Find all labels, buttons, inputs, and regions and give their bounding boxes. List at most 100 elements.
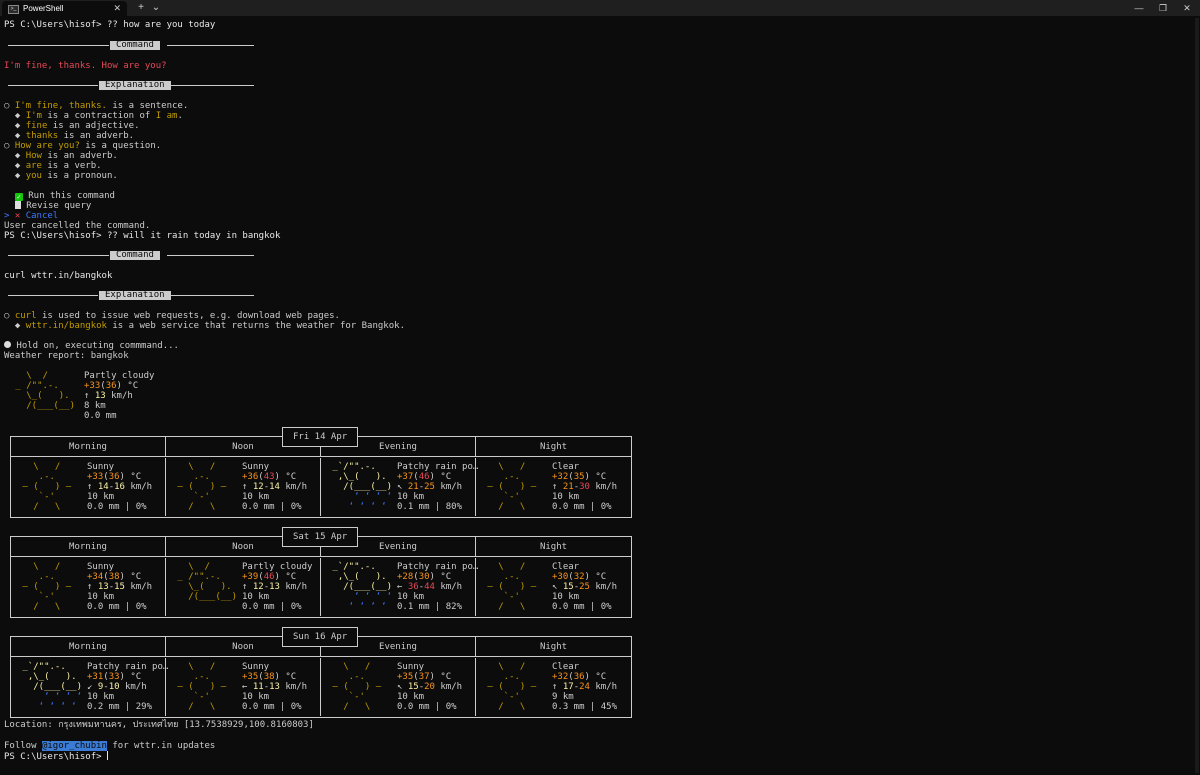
spinner-icon [4,341,11,348]
suggested-command: I'm fine, thanks. How are you? [4,61,167,71]
forecast-cell: _`/"".-. ,\_( ). /(___(__) ‘ ‘ ‘ ‘ ‘ ‘ ‘… [321,558,479,616]
divider [167,85,254,86]
forecast-info: Sunny +34(38) °C ↑ 13-15 km/h 10 km 0.0 … [87,562,153,612]
divider [8,255,109,256]
follow-line: Follow @igor_chubin for wttr.in updates [4,741,216,751]
prompt-line: PS C:\Users\hisof> ?? will it rain today… [4,231,280,241]
forecast-info: Sunny +36(43) °C ↑ 12-14 km/h 10 km 0.0 … [242,462,308,512]
forecast-cell: \ / .-. ― ( ) ― `-' / \ Sunny +35(37) °C… [321,658,476,716]
current-precip: 0.0 mm [84,411,117,421]
scrollbar[interactable] [1195,18,1199,773]
forecast-cell: \ / .-. ― ( ) ― `-' / \ Clear +30(32) °C… [476,558,631,616]
check-icon: ✓ [14,193,23,201]
prompt: PS C:\Users\hisof> [4,20,102,30]
weather-rain-icon: _`/"".-. ,\_( ). /(___(__) ‘ ‘ ‘ ‘ ‘ ‘ ‘… [17,662,83,712]
divider [8,45,109,46]
status-line: User cancelled the command. [4,221,151,231]
forecast-cell: \ / .-. ― ( ) ― `-' / \ Sunny +34(38) °C… [11,558,166,616]
current-temp: +33(36) °C [84,381,139,391]
command-header: Command [110,41,160,50]
forecast-cell: \ / _ /"".-. \_( ). /(___(__) Partly clo… [166,558,321,616]
menu-item-run[interactable]: ✓ Run this command [4,191,115,201]
command-input: ?? how are you today [101,20,216,30]
forecast-info: Patchy rain po… +28(30) °C ← 36-44 km/h … [397,562,479,612]
text-cursor [106,751,108,760]
explanation-item: ◆ wttr.in/bangkok is a web service that … [4,321,405,331]
explanation-item: ◆ fine is an adjective. [4,121,140,131]
forecast-table: Morning \ / .-. ― ( ) ― `-' / \ Sunny +3… [10,536,632,618]
forecast-day-label: Fri 14 Apr [282,427,359,447]
weather-sunny-icon: \ / .-. ― ( ) ― `-' / \ [172,662,238,712]
weather-sunny-icon: \ / .-. ― ( ) ― `-' / \ [17,462,83,512]
forecast-column-header: Night [476,437,631,457]
forecast-table: Morning _`/"".-. ,\_( ). /(___(__) ‘ ‘ ‘… [10,636,632,718]
weather-sunny-icon: \ / .-. ― ( ) ― `-' / \ [327,662,393,712]
executing-line: Hold on, executing commmand... [4,341,179,351]
weather-rain-icon: _`/"".-. ,\_( ). /(___(__) ‘ ‘ ‘ ‘ ‘ ‘ ‘… [327,562,393,612]
minimize-button[interactable]: — [1128,0,1150,16]
title-bar: >_ PowerShell ✕ + ⌄ — ❐ ✕ [0,0,1200,16]
tab-powershell[interactable]: >_ PowerShell ✕ [2,1,127,16]
tab-title: PowerShell [23,4,64,13]
explanation-item: ◆ I'm is a contraction of I am. [4,111,183,121]
explanation-header: Explanation [99,81,171,90]
powershell-icon: >_ [8,5,19,14]
forecast-cell: _`/"".-. ,\_( ). /(___(__) ‘ ‘ ‘ ‘ ‘ ‘ ‘… [321,458,479,516]
divider [8,295,98,296]
forecast-table: Morning \ / .-. ― ( ) ― `-' / \ Sunny +3… [10,436,632,518]
forecast-info: Sunny +35(37) °C ↖ 15-20 km/h 10 km 0.0 … [397,662,463,712]
menu-item-cancel[interactable]: > ✕ Cancel [4,211,58,221]
current-weather-art: \ / _ /"".-. \_( ). /(___(__) [15,371,76,411]
forecast-info: Patchy rain po… +37(46) °C ↖ 21-25 km/h … [397,462,479,512]
divider [167,45,254,46]
current-wind: ↑ 13 km/h [84,391,133,401]
restore-button[interactable]: ❐ [1152,0,1174,16]
forecast-info: Patchy rain po… +31(33) °C ↙ 9-10 km/h 1… [87,662,169,712]
prompt-line[interactable]: PS C:\Users\hisof> [4,751,108,762]
command-header: Command [110,251,160,260]
explanation-item: ◆ thanks is an adverb. [4,131,135,141]
forecast-cell: \ / .-. ― ( ) ― `-' / \ Sunny +33(36) °C… [11,458,166,516]
divider [8,85,98,86]
forecast-info: Clear +32(36) °C ↑ 17-24 km/h 9 km 0.3 m… [552,662,618,712]
tab-close-icon[interactable]: ✕ [113,1,121,16]
forecast-column-header: Morning [11,637,166,657]
explanation-item: ◆ How is an adverb. [4,151,118,161]
divider [167,295,254,296]
twitter-link[interactable]: @igor_chubin [41,741,107,751]
prompt: PS C:\Users\hisof> [4,752,102,762]
weather-sunny-icon: \ / .-. ― ( ) ― `-' / \ [172,462,238,512]
selector-arrow: > [4,211,10,221]
menu-item-revise[interactable]: Revise query [4,201,91,211]
close-button[interactable]: ✕ [1176,0,1198,16]
forecast-cell: _`/"".-. ,\_( ). /(___(__) ‘ ‘ ‘ ‘ ‘ ‘ ‘… [11,658,169,716]
weather-sunny-icon: \ / .-. ― ( ) ― `-' / \ [17,562,83,612]
tab-dropdown-button[interactable]: ⌄ [151,0,161,16]
weather-clear-icon: \ / .-. ― ( ) ― `-' / \ [482,662,548,712]
forecast-info: Clear +30(32) °C ↖ 15-25 km/h 10 km 0.0 … [552,562,618,612]
explanation-item: ○ curl is used to issue web requests, e.… [4,311,340,321]
forecast-column-header: Morning [11,537,166,557]
explanation-header: Explanation [99,291,171,300]
divider [167,255,254,256]
weather-report-title: Weather report: bangkok [4,351,129,361]
weather-rain-icon: _`/"".-. ,\_( ). /(___(__) ‘ ‘ ‘ ‘ ‘ ‘ ‘… [327,462,393,512]
explanation-item: ◆ you is a pronoun. [4,171,118,181]
weather-clear-icon: \ / .-. ― ( ) ― `-' / \ [482,462,548,512]
forecast-column-header: Morning [11,437,166,457]
forecast-column-header: Night [476,537,631,557]
forecast-cell: \ / .-. ― ( ) ― `-' / \ Clear +32(36) °C… [476,658,631,716]
suggested-command: curl wttr.in/bangkok [4,271,113,281]
explanation-item: ○ I'm fine, thanks. is a sentence. [4,101,189,111]
forecast-cell: \ / .-. ― ( ) ― `-' / \ Sunny +36(43) °C… [166,458,321,516]
forecast-info: Partly cloudy +39(46) °C ↑ 12-13 km/h 10… [242,562,313,612]
new-tab-button[interactable]: + [136,0,146,16]
weather-clear-icon: \ / .-. ― ( ) ― `-' / \ [482,562,548,612]
forecast-column-header: Night [476,637,631,657]
explanation-item: ○ How are you? is a question. [4,141,162,151]
weather-cloudy-icon: \ / _ /"".-. \_( ). /(___(__) [177,562,238,602]
forecast-day-label: Sat 15 Apr [282,527,359,547]
current-condition: Partly cloudy [84,371,155,381]
prompt: PS C:\Users\hisof> [4,231,102,241]
explanation-item: ◆ are is a verb. [4,161,102,171]
